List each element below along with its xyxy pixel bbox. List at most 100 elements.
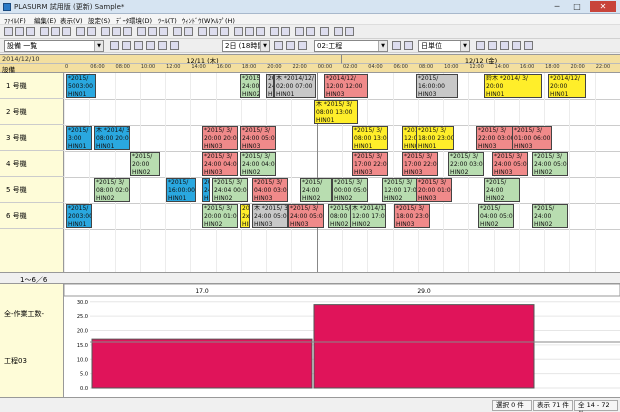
grid-icon[interactable]	[158, 41, 167, 50]
chart-icon[interactable]	[488, 41, 497, 50]
gantt-task-bar[interactable]: 2015 24:0 HIN	[202, 178, 210, 202]
gantt-task-bar[interactable]: *2015/ 3/ 24:00 05:00 HIN02	[240, 74, 260, 98]
load-bar[interactable]	[313, 304, 535, 389]
list-icon[interactable]	[112, 27, 121, 36]
row-label[interactable]: 1 号機	[0, 73, 64, 99]
gantt-task-bar[interactable]: *2015/ 3/ 24:00 05:00 HIN03	[492, 152, 528, 176]
gantt-task-bar[interactable]: *2015/ 24:00 HIN02	[300, 178, 332, 202]
menu-tools[interactable]: ﾂｰﾙ(T)	[158, 15, 177, 25]
gantt-task-bar[interactable]: *2015/ 3/ 20:00 01:00 HIN02	[202, 204, 238, 228]
menu-help[interactable]: ﾍﾙﾌﾟ(H)	[212, 15, 235, 25]
find-icon[interactable]	[184, 27, 193, 36]
gantt-task-bar[interactable]: *2015/ 3/ 08:00 13:00 HIN01	[352, 126, 388, 150]
table2-icon[interactable]	[198, 27, 207, 36]
gantt-task-bar[interactable]: *2015/ 3/ 00:00 05:00 HIN02	[332, 178, 368, 202]
gantt-task-bar[interactable]: *2015/ 16:00:00 HIN03	[416, 74, 458, 98]
up-icon[interactable]	[245, 27, 254, 36]
gantt-task-bar[interactable]: *2015/ 3/ 17:00 22:00 HIN03	[402, 152, 438, 176]
bars2-icon[interactable]	[404, 41, 413, 50]
gantt-task-bar[interactable]: *2015/ 3/ 24:00 04:00 HIN02	[240, 152, 276, 176]
unit-select[interactable]: 日単位 ▼	[418, 40, 470, 52]
view-select[interactable]: 設備 一覧 ▼	[4, 40, 104, 52]
help-icon[interactable]	[345, 27, 354, 36]
gantt-task-bar[interactable]: *2015/ 3/ 18:00 23:00 HIN01	[416, 126, 454, 150]
close-button[interactable]: ✕	[590, 1, 616, 12]
process-select[interactable]: 02:工程 ▼	[314, 40, 388, 52]
table-icon[interactable]	[123, 27, 132, 36]
gantt-task-bar[interactable]: *2015/ 3/ 24:00 05:00 HIN02	[532, 152, 568, 176]
tools-icon[interactable]	[512, 41, 521, 50]
zoom-in-icon[interactable]	[274, 41, 283, 50]
copy-icon[interactable]	[62, 27, 71, 36]
paste-icon[interactable]	[76, 27, 85, 36]
gantt-task-bar[interactable]: *2015/ 20:00 HIN02	[130, 152, 160, 176]
gantt-task-bar[interactable]: *2015/ 3/ 18:00 23:00 HIN03	[394, 204, 430, 228]
gantt-task-bar[interactable]: *2015/ 3/ 24:00 05:00 HIN03	[288, 204, 324, 228]
left-icon[interactable]	[270, 27, 279, 36]
gantt-task-bar[interactable]: *2015/ 3/ 20:00 01:00 HIN03	[416, 178, 452, 202]
gantt-task-bar[interactable]: *2015/ 3/ 17:00 22:00 HIN03	[352, 152, 388, 176]
gantt-task-bar[interactable]: *2015/ 3/ 12:00 17:00 HIN02	[382, 178, 418, 202]
down-icon[interactable]	[256, 27, 265, 36]
menu-view[interactable]: 表示(V)	[60, 15, 83, 25]
grid-icon[interactable]	[101, 27, 110, 36]
gantt-task-bar[interactable]: *2015/ 3/ 24:00 04:00 HIN03	[202, 152, 238, 176]
folder-icon[interactable]	[476, 41, 485, 50]
bar-icon[interactable]	[209, 27, 218, 36]
sort-icon[interactable]	[122, 41, 131, 50]
row-label[interactable]: 2 号機	[0, 99, 64, 125]
gantt-task-bar[interactable]: *2015/ 2003:00 HIN01	[66, 204, 92, 228]
gantt-task-bar[interactable]: *2015/ 3/ 22:00 03:00 HIN03	[476, 126, 514, 150]
refresh-icon[interactable]	[134, 41, 143, 50]
new-icon[interactable]	[4, 27, 13, 36]
gantt-task-bar[interactable]: *2015/ 3/ 24:04 00:00 HIN02	[212, 178, 248, 202]
row-label[interactable]: 4 号機	[0, 151, 64, 177]
minimize-button[interactable]: ─	[548, 1, 566, 12]
filter-icon[interactable]	[110, 41, 119, 50]
link-icon[interactable]	[159, 27, 168, 36]
undo-icon[interactable]	[87, 27, 96, 36]
menu-edit[interactable]: 編集(E)	[34, 15, 56, 25]
menu-file[interactable]: ﾌｧｲﾙ(F)	[4, 15, 26, 25]
bars-icon[interactable]	[392, 41, 401, 50]
zoom-out-icon[interactable]	[286, 41, 295, 50]
open-icon[interactable]	[15, 27, 24, 36]
save-icon[interactable]	[26, 27, 35, 36]
gantt-task-bar[interactable]: *2015/ 3:00 HIN01	[66, 126, 92, 150]
back-icon[interactable]	[306, 27, 315, 36]
gantt-task-bar[interactable]: *2015/ 5003:00 HIN01	[66, 74, 96, 98]
row-label[interactable]: 3 号機	[0, 125, 64, 151]
menu-settings[interactable]: 設定(S)	[88, 15, 110, 25]
gantt-task-bar[interactable]: 木 *2015/ 3/ 08:00 13:00 HIN01	[314, 100, 358, 124]
redo-icon[interactable]	[295, 27, 304, 36]
merge-icon[interactable]	[220, 27, 229, 36]
gantt-task-bar[interactable]: *2015/ 04:00 05:00 HIN02	[478, 204, 514, 228]
gantt-task-bar[interactable]: *2014/12/ 20:00 HIN01	[548, 74, 586, 98]
gantt-task-bar[interactable]: *2015/ 3/ 01:00 06:00 HIN03	[512, 126, 552, 150]
gantt-task-bar[interactable]: 木 *2014/12/ 12:00 17:00 HIN02	[350, 204, 386, 228]
gantt-task-bar[interactable]: 2015 2x:0 HIN	[240, 204, 250, 228]
warn-icon[interactable]	[334, 27, 343, 36]
maximize-button[interactable]: □	[568, 1, 586, 12]
gantt-task-bar[interactable]: 2015 24:0 HIN	[266, 74, 274, 98]
gantt-task-bar[interactable]: 木 *2015/ 3/ 24:00 05:00 HIN03	[252, 204, 288, 228]
chart-icon[interactable]	[137, 27, 146, 36]
key-icon[interactable]	[500, 41, 509, 50]
gantt-task-bar[interactable]: 鈴木 *2014/ 3/ 20:00 HIN01	[484, 74, 542, 98]
split-icon[interactable]	[234, 27, 243, 36]
gantt-task-bar[interactable]: *2015/ 24:00 HIN02	[532, 204, 568, 228]
calc-icon[interactable]	[148, 27, 157, 36]
export-icon[interactable]	[170, 41, 179, 50]
print-icon[interactable]	[40, 27, 49, 36]
row-label[interactable]: 5 号機	[0, 177, 64, 203]
gantt-task-bar[interactable]: *2015/ 24:00 HIN02	[484, 178, 520, 202]
star-icon[interactable]	[524, 41, 533, 50]
menu-data[interactable]: ﾃﾞｰﾀ環境(D)	[116, 15, 152, 25]
gantt-task-bar[interactable]: *2015/ 3/ 20:00 20:00 HIN03	[202, 126, 238, 150]
gantt-task-bar[interactable]: *2015/ 3/ 08:00 02:00 HIN02	[94, 178, 130, 202]
right-icon[interactable]	[281, 27, 290, 36]
layout-icon[interactable]	[146, 41, 155, 50]
gantt-task-bar[interactable]: *2014/12/ 12:00 12:00 HIN03	[324, 74, 368, 98]
gantt-task-bar[interactable]: *2015/ 3/ 24:00 05:00 HIN03	[240, 126, 276, 150]
gantt-task-bar[interactable]: *2015/ 16:00:00 HIN01	[166, 178, 196, 202]
